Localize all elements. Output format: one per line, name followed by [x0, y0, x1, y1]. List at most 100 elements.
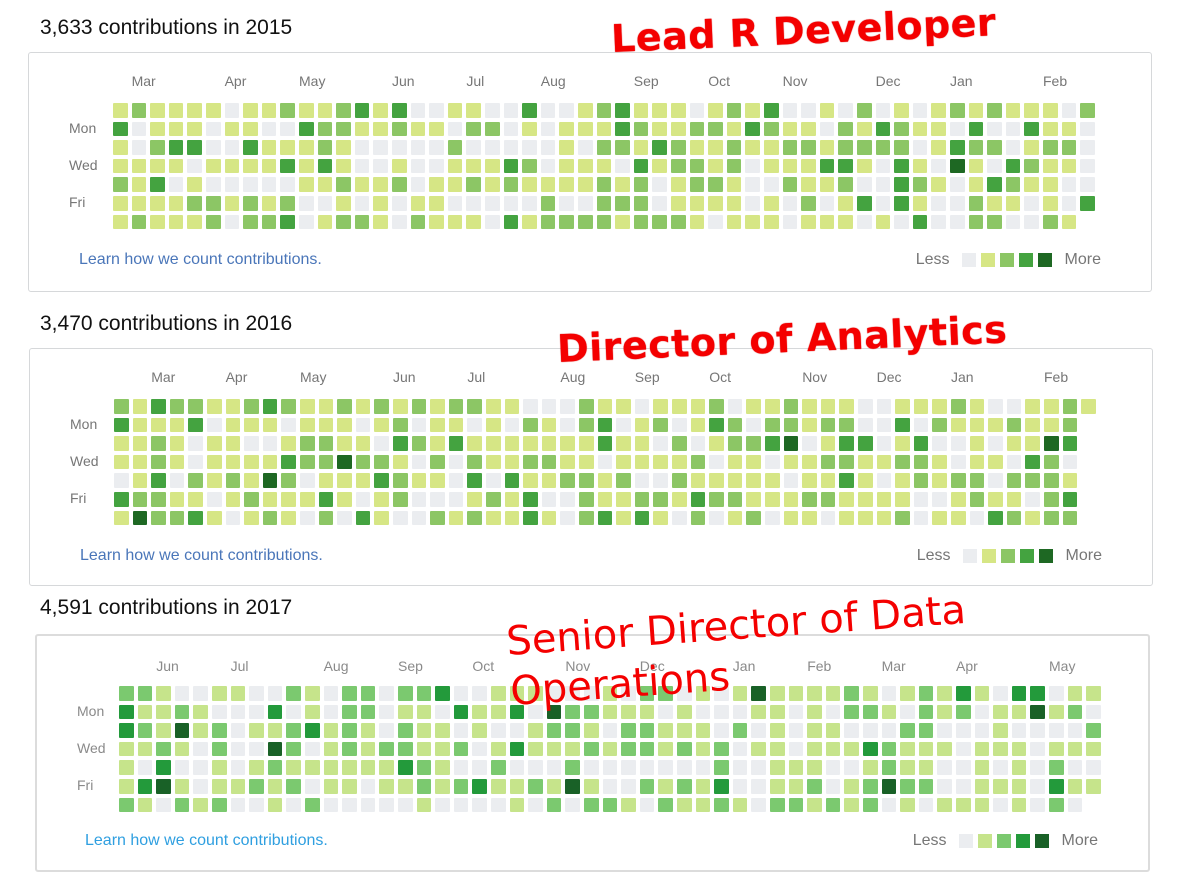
- contribution-day-cell[interactable]: [193, 723, 208, 738]
- contribution-day-cell[interactable]: [267, 741, 283, 757]
- contribution-day-cell[interactable]: [113, 177, 128, 192]
- contribution-day-cell[interactable]: [453, 779, 469, 794]
- contribution-day-cell[interactable]: [1062, 417, 1078, 433]
- contribution-day-cell[interactable]: [174, 779, 190, 794]
- contribution-day-cell[interactable]: [132, 473, 148, 488]
- contribution-day-cell[interactable]: [430, 417, 445, 433]
- contribution-day-cell[interactable]: [523, 399, 538, 414]
- contribution-day-cell[interactable]: [931, 196, 946, 211]
- contribution-day-cell[interactable]: [486, 510, 501, 526]
- contribution-day-cell[interactable]: [578, 158, 593, 174]
- contribution-day-cell[interactable]: [709, 417, 724, 433]
- contribution-day-cell[interactable]: [114, 492, 129, 507]
- contribution-day-cell[interactable]: [131, 196, 147, 211]
- contribution-day-cell[interactable]: [770, 704, 785, 720]
- contribution-day-cell[interactable]: [416, 704, 432, 720]
- contribution-day-cell[interactable]: [987, 158, 1002, 174]
- contribution-day-cell[interactable]: [392, 158, 407, 174]
- contribution-day-cell[interactable]: [633, 196, 649, 211]
- contribution-day-cell[interactable]: [299, 214, 314, 230]
- contribution-day-cell[interactable]: [188, 473, 203, 488]
- contribution-day-cell[interactable]: [447, 103, 463, 118]
- contribution-day-cell[interactable]: [708, 214, 723, 230]
- contribution-day-cell[interactable]: [993, 686, 1008, 701]
- contribution-day-cell[interactable]: [225, 492, 241, 507]
- contribution-day-cell[interactable]: [993, 741, 1008, 757]
- contribution-day-cell[interactable]: [485, 158, 500, 174]
- contribution-day-cell[interactable]: [187, 177, 202, 192]
- contribution-day-cell[interactable]: [876, 417, 892, 433]
- contribution-day-cell[interactable]: [751, 779, 766, 794]
- contribution-day-cell[interactable]: [305, 704, 320, 720]
- contribution-day-cell[interactable]: [988, 417, 1003, 433]
- contribution-day-cell[interactable]: [913, 492, 929, 507]
- contribution-day-cell[interactable]: [839, 492, 854, 507]
- contribution-day-cell[interactable]: [1067, 741, 1083, 757]
- contribution-day-cell[interactable]: [689, 177, 705, 192]
- contribution-day-cell[interactable]: [1080, 158, 1095, 174]
- contribution-day-cell[interactable]: [819, 196, 835, 211]
- contribution-day-cell[interactable]: [969, 454, 985, 470]
- contribution-day-cell[interactable]: [672, 510, 687, 526]
- contribution-day-cell[interactable]: [504, 473, 520, 488]
- contribution-day-cell[interactable]: [300, 473, 315, 488]
- contribution-day-cell[interactable]: [912, 140, 928, 155]
- contribution-day-cell[interactable]: [337, 417, 352, 433]
- contribution-day-cell[interactable]: [819, 121, 835, 137]
- contribution-day-cell[interactable]: [392, 177, 407, 192]
- contribution-day-cell[interactable]: [560, 454, 575, 470]
- contribution-day-cell[interactable]: [243, 140, 258, 155]
- contribution-day-cell[interactable]: [677, 760, 692, 775]
- contribution-day-cell[interactable]: [584, 741, 599, 757]
- contribution-day-cell[interactable]: [261, 196, 277, 211]
- contribution-day-cell[interactable]: [137, 686, 153, 701]
- contribution-day-cell[interactable]: [937, 686, 952, 701]
- contribution-day-cell[interactable]: [616, 473, 631, 488]
- contribution-day-cell[interactable]: [467, 473, 482, 488]
- contribution-day-cell[interactable]: [913, 454, 929, 470]
- contribution-day-cell[interactable]: [286, 797, 301, 813]
- contribution-day-cell[interactable]: [244, 492, 259, 507]
- contribution-day-cell[interactable]: [913, 399, 929, 414]
- contribution-day-cell[interactable]: [616, 510, 631, 526]
- contribution-day-cell[interactable]: [114, 417, 129, 433]
- contribution-day-cell[interactable]: [429, 140, 444, 155]
- contribution-day-cell[interactable]: [782, 140, 798, 155]
- contribution-day-cell[interactable]: [373, 214, 388, 230]
- contribution-day-cell[interactable]: [486, 454, 501, 470]
- contribution-day-cell[interactable]: [863, 797, 878, 813]
- contribution-day-cell[interactable]: [225, 417, 241, 433]
- contribution-day-cell[interactable]: [411, 454, 427, 470]
- contribution-day-cell[interactable]: [819, 140, 835, 155]
- contribution-day-cell[interactable]: [169, 399, 185, 414]
- contribution-day-cell[interactable]: [597, 510, 613, 526]
- contribution-day-cell[interactable]: [746, 510, 761, 526]
- contribution-day-cell[interactable]: [1086, 723, 1101, 738]
- contribution-day-cell[interactable]: [398, 760, 413, 775]
- contribution-day-cell[interactable]: [714, 779, 729, 794]
- contribution-day-cell[interactable]: [379, 723, 394, 738]
- contribution-day-cell[interactable]: [267, 686, 283, 701]
- contribution-day-cell[interactable]: [634, 492, 650, 507]
- contribution-day-cell[interactable]: [430, 492, 445, 507]
- contribution-day-cell[interactable]: [323, 797, 339, 813]
- contribution-day-cell[interactable]: [596, 121, 612, 137]
- contribution-day-cell[interactable]: [541, 492, 557, 507]
- contribution-day-cell[interactable]: [844, 797, 859, 813]
- contribution-day-cell[interactable]: [300, 399, 315, 414]
- contribution-day-cell[interactable]: [447, 177, 463, 192]
- contribution-day-cell[interactable]: [658, 779, 673, 794]
- contribution-day-cell[interactable]: [894, 140, 909, 155]
- contribution-day-cell[interactable]: [621, 741, 636, 757]
- contribution-day-cell[interactable]: [900, 779, 915, 794]
- contribution-day-cell[interactable]: [838, 121, 853, 137]
- contribution-day-cell[interactable]: [522, 158, 537, 174]
- contribution-day-cell[interactable]: [690, 454, 706, 470]
- contribution-day-cell[interactable]: [918, 741, 934, 757]
- contribution-day-cell[interactable]: [410, 140, 426, 155]
- contribution-day-cell[interactable]: [261, 103, 277, 118]
- contribution-day-cell[interactable]: [838, 177, 853, 192]
- contribution-day-cell[interactable]: [336, 196, 351, 211]
- contribution-day-cell[interactable]: [523, 417, 538, 433]
- contribution-day-cell[interactable]: [672, 454, 687, 470]
